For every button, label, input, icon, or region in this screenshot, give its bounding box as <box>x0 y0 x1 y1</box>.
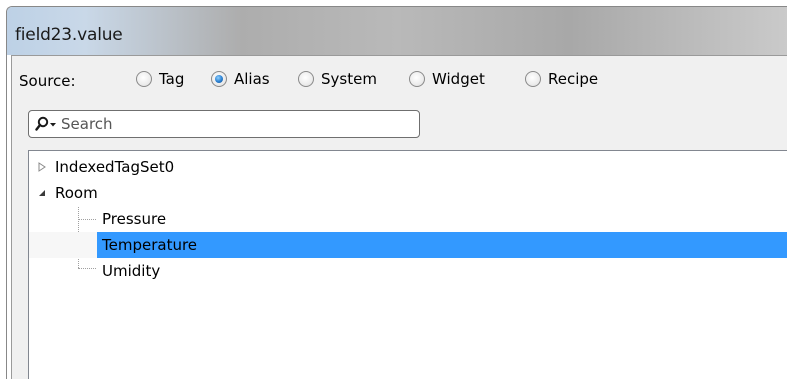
radio-button-recipe[interactable] <box>525 71 541 87</box>
title-bar[interactable]: field23.value <box>7 7 787 55</box>
tree-item-umidity[interactable]: Umidity <box>29 258 787 284</box>
radio-button-tag[interactable] <box>136 71 152 87</box>
tree-item-label: Room <box>55 184 98 202</box>
tree-item-label: Pressure <box>102 210 167 228</box>
search-box[interactable] <box>28 110 420 138</box>
tree-item-pressure[interactable]: Pressure <box>29 206 787 232</box>
radio-button-alias[interactable] <box>211 71 227 87</box>
dialog-window: field23.value Source: Tag Alias System W… <box>6 6 787 379</box>
source-radio-alias[interactable]: Alias <box>211 70 270 88</box>
source-radio-widget[interactable]: Widget <box>409 70 485 88</box>
search-input[interactable] <box>61 114 411 134</box>
radio-button-widget[interactable] <box>409 71 425 87</box>
radio-label-tag: Tag <box>159 70 185 88</box>
tree-item-label: IndexedTagSet0 <box>55 158 175 176</box>
source-radio-system[interactable]: System <box>298 70 377 88</box>
window-title: field23.value <box>15 25 123 45</box>
tree-item-room[interactable]: Room <box>29 180 787 206</box>
tree-item-label: Umidity <box>102 262 161 280</box>
dialog-content: Source: Tag Alias System Widget Recipe S… <box>11 55 787 379</box>
radio-label-widget: Widget <box>432 70 485 88</box>
source-radio-recipe[interactable]: Recipe <box>525 70 598 88</box>
expand-arrow-icon[interactable] <box>37 162 47 172</box>
source-radio-tag[interactable]: Tag <box>136 70 184 88</box>
selection-highlight <box>97 232 787 258</box>
radio-label-alias: Alias <box>234 70 270 88</box>
source-label: Source: <box>19 72 76 90</box>
alias-tree[interactable]: IndexedTagSet0 Room Pressure Temperature… <box>28 150 787 379</box>
tree-item-indexedtagset0[interactable]: IndexedTagSet0 <box>29 154 787 180</box>
radio-label-system: System <box>321 70 377 88</box>
collapse-arrow-icon[interactable] <box>37 188 47 198</box>
tree-item-label: Temperature <box>102 236 198 254</box>
radio-button-system[interactable] <box>298 71 314 87</box>
search-icon[interactable] <box>35 116 59 132</box>
tree-item-temperature-row[interactable]: Temperature <box>29 232 787 258</box>
radio-label-recipe: Recipe <box>548 70 599 88</box>
